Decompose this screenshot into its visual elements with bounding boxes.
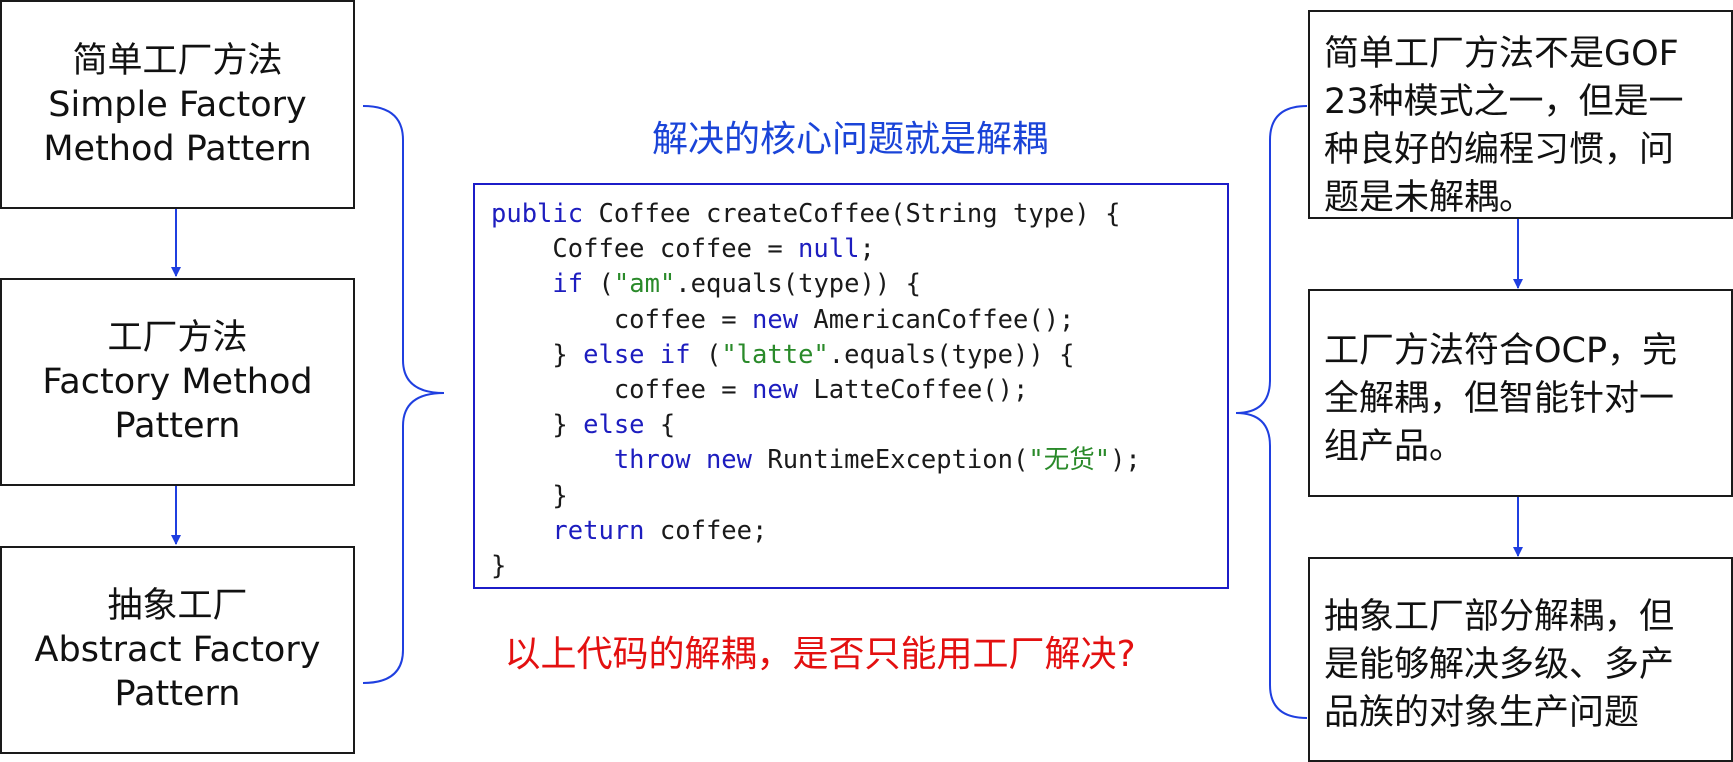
simple-factory-note-line-1: 简单工厂方法不是GOF — [1324, 34, 1679, 74]
factory-method-line-2: Factory Method — [42, 362, 313, 402]
abstract-factory-line-1: 抽象工厂 — [107, 586, 248, 626]
code-line-11: } — [491, 551, 507, 582]
left-brace — [362, 105, 445, 684]
simple-factory-note-box: 简单工厂方法不是GOF 23种模式之一，但是一 种良好的编程习惯，问 题是未解耦… — [1308, 10, 1733, 219]
factory-method-note-line-3: 组产品。 — [1324, 427, 1465, 467]
factory-method-box: 工厂方法 Factory Method Pattern — [0, 278, 355, 486]
code-snippet-box: public Coffee createCoffee(String type) … — [473, 183, 1229, 589]
factory-method-line-3: Pattern — [114, 406, 241, 446]
right-brace — [1235, 105, 1308, 719]
diagram-canvas: 简单工厂方法 Simple Factory Method Pattern 工厂方… — [0, 0, 1733, 762]
code-line-5: } else if ("latte".equals(type)) { — [491, 339, 1075, 370]
simple-factory-note-line-2: 23种模式之一，但是一 — [1324, 82, 1684, 122]
abstract-factory-line-3: Pattern — [114, 674, 241, 714]
factory-method-line-1: 工厂方法 — [107, 318, 248, 358]
simple-factory-line-1: 简单工厂方法 — [72, 40, 283, 81]
abstract-factory-line-2: Abstract Factory — [34, 630, 321, 670]
simple-factory-line-2: Simple Factory — [48, 84, 307, 125]
simple-factory-note-line-3: 种良好的编程习惯，问 — [1324, 130, 1675, 170]
abstract-factory-note-line-3: 品族的对象生产问题 — [1324, 693, 1640, 733]
code-line-8: throw new RuntimeException("无货"); — [613, 445, 1141, 476]
code-line-6: coffee = new LatteCoffee(); — [491, 375, 1029, 406]
core-problem-title: 解决的核心问题就是解耦 — [651, 119, 1048, 160]
code-line-2: Coffee coffee = null; — [491, 234, 875, 265]
code-block: public Coffee createCoffee(String type) … — [491, 197, 1227, 584]
simple-factory-note-line-4: 题是未解耦。 — [1324, 178, 1535, 218]
factory-method-note-line-2: 全解耦，但智能针对一 — [1324, 379, 1675, 419]
factory-method-note-line-1: 工厂方法符合OCP，完 — [1324, 331, 1678, 371]
code-line-4: coffee = new AmericanCoffee(); — [491, 304, 1075, 335]
code-line-3: if ("am".equals(type)) { — [552, 269, 921, 300]
code-line-10: return coffee; — [552, 515, 768, 546]
code-line-1: public Coffee createCoffee(String type) … — [491, 199, 1121, 229]
abstract-factory-box: 抽象工厂 Abstract Factory Pattern — [0, 546, 355, 754]
abstract-factory-note-line-1: 抽象工厂部分解耦，但 — [1324, 597, 1675, 637]
code-line-9: } — [491, 480, 568, 511]
factory-method-note-box: 工厂方法符合OCP，完 全解耦，但智能针对一 组产品。 — [1308, 289, 1733, 497]
code-line-7: } else { — [491, 410, 676, 441]
abstract-factory-note-box: 抽象工厂部分解耦，但 是能够解决多级、多产 品族的对象生产问题 — [1308, 557, 1733, 762]
simple-factory-line-3: Method Pattern — [43, 128, 312, 169]
simple-factory-box: 简单工厂方法 Simple Factory Method Pattern — [0, 0, 355, 209]
abstract-factory-note-line-2: 是能够解决多级、多产 — [1324, 645, 1675, 685]
decoupling-question: 以上代码的解耦，是否只能用工厂解决? — [504, 634, 1136, 675]
